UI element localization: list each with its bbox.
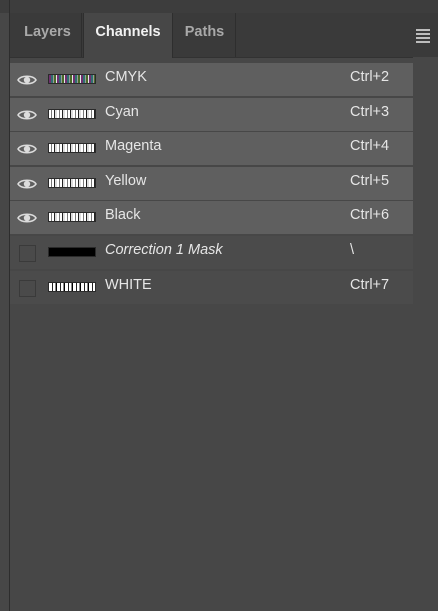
tab-layers[interactable]: Layers [14,13,82,57]
eye-icon[interactable] [16,138,38,160]
channel-row[interactable]: WHITE Ctrl+7 [10,270,413,304]
eye-icon[interactable] [16,207,38,229]
eye-icon[interactable] [16,69,38,91]
channel-shortcut: Ctrl+7 [350,276,390,293]
channel-thumbnail [48,108,96,119]
channel-row[interactable]: Correction 1 Mask \ [10,235,413,269]
channel-name: Magenta [105,138,162,155]
channel-thumbnail [48,246,96,257]
panel-menu-icon[interactable] [416,29,430,43]
tab-channels[interactable]: Channels [83,13,173,58]
panel-tab-bar: Layers Channels Paths [10,13,438,58]
channel-row[interactable]: Yellow Ctrl+5 [10,166,413,200]
channel-name: Black [105,207,141,224]
channel-name: Cyan [105,103,139,120]
visibility-toggle-box[interactable] [19,279,36,297]
eye-icon[interactable] [16,104,38,126]
channel-row[interactable]: Black Ctrl+6 [10,201,413,235]
channel-thumbnail [48,143,96,154]
channel-shortcut: Ctrl+3 [350,103,390,120]
channel-name: Correction 1 Mask [105,241,223,258]
channel-shortcut: Ctrl+6 [350,207,390,224]
channel-thumbnail [48,212,96,223]
visibility-toggle-box[interactable] [19,244,36,262]
channel-name: Yellow [105,172,147,189]
top-strip [0,0,438,13]
panel-right-gutter [413,57,438,611]
channel-name: CMYK [105,69,147,85]
channels-panel-window: Layers Channels Paths CMYK Ctrl+2 Cyan Ctrl… [0,0,438,611]
channel-shortcut: Ctrl+4 [350,138,390,155]
channel-thumbnail [48,281,96,292]
channel-shortcut: Ctrl+5 [350,172,390,189]
tab-paths[interactable]: Paths [174,13,236,57]
channel-thumbnail [48,74,96,84]
channel-row[interactable]: CMYK Ctrl+2 [10,63,413,96]
channel-row[interactable]: Cyan Ctrl+3 [10,97,413,131]
channel-thumbnail [48,177,96,188]
eye-icon[interactable] [16,173,38,195]
channel-list: CMYK Ctrl+2 Cyan Ctrl+3 Magenta Ctrl+4 Yellow C… [10,63,413,305]
channel-shortcut: \ [350,241,355,258]
channel-name: WHITE [105,276,152,293]
channel-shortcut: Ctrl+2 [350,69,390,85]
channel-row[interactable]: Magenta Ctrl+4 [10,132,413,166]
